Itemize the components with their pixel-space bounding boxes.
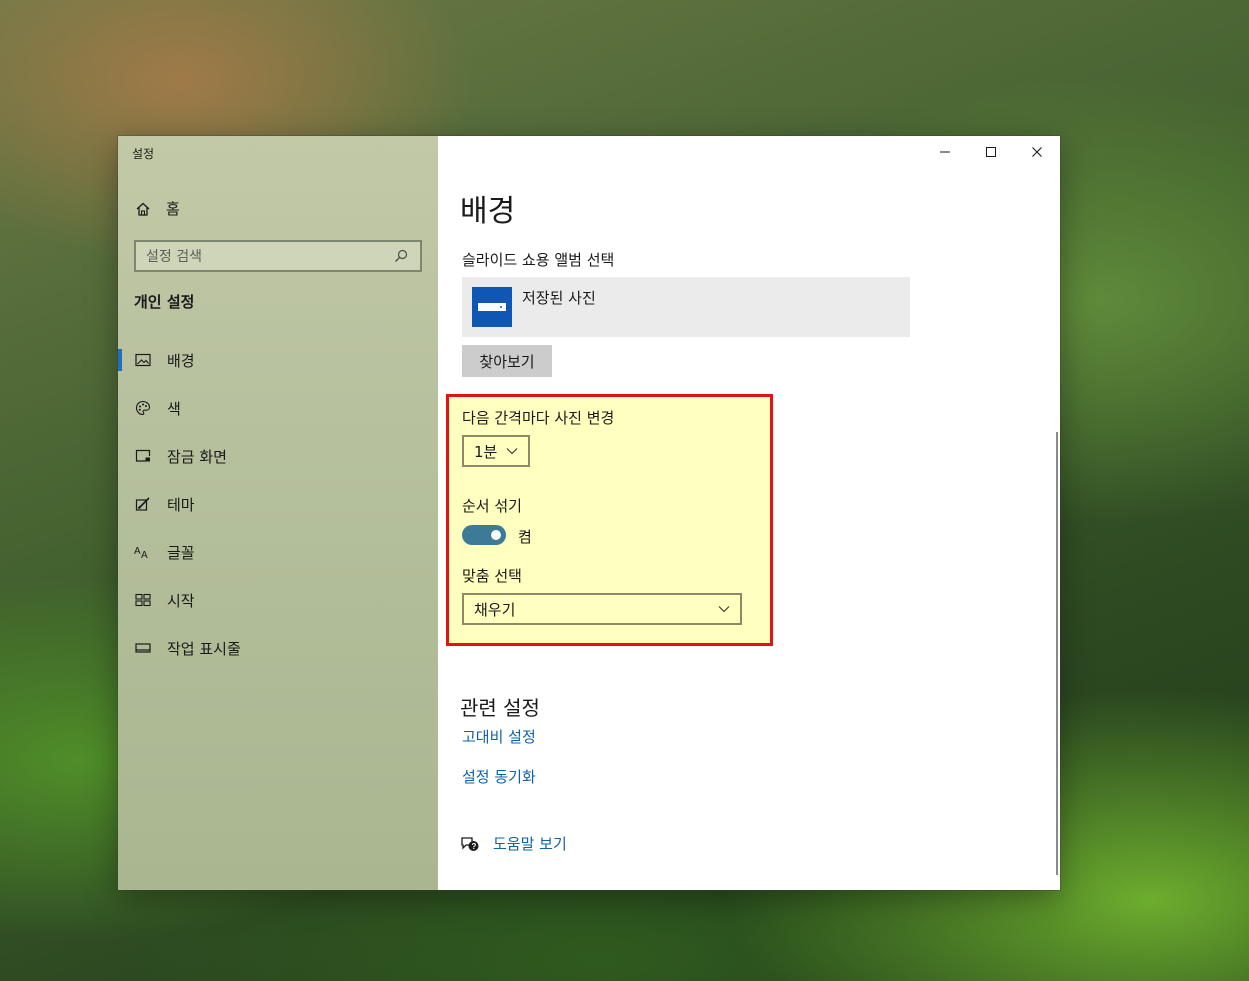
search-input[interactable]: 설정 검색 [134, 240, 422, 272]
sidebar-item-background[interactable]: 배경 [118, 336, 438, 384]
maximize-button[interactable] [968, 136, 1014, 168]
maximize-icon [986, 147, 996, 157]
search-icon[interactable] [392, 247, 410, 265]
main-pane: 배경 슬라이드 쇼용 앨범 선택 저장된 사진 찾아보기 다음 간격마다 사진 … [438, 136, 1060, 890]
sidebar-item-start[interactable]: 시작 [118, 576, 438, 624]
settings-window: 설정 홈 설정 검색 개인 설정 배경 색 잠금 화면 테마 A A 글꼴 시작… [118, 136, 1060, 890]
svg-text:A: A [141, 550, 148, 560]
album-label: 슬라이드 쇼용 앨범 선택 [462, 251, 615, 269]
fit-dropdown[interactable]: 채우기 [462, 593, 742, 625]
sidebar-item-fonts[interactable]: AA 글꼴 [118, 528, 438, 576]
sidebar-item-themes[interactable]: 테마 [118, 480, 438, 528]
album-item[interactable]: 저장된 사진 [462, 277, 910, 337]
close-button[interactable] [1014, 136, 1060, 168]
sidebar: 설정 홈 설정 검색 개인 설정 배경 색 잠금 화면 테마 A A 글꼴 시작… [118, 136, 438, 890]
sidebar-item-lock-screen[interactable]: 잠금 화면 [118, 432, 438, 480]
shuffle-label: 순서 섞기 [462, 497, 522, 515]
sidebar-item-label: 글꼴 [167, 543, 195, 562]
sidebar-item-color[interactable]: 색 [118, 384, 438, 432]
sidebar-nav: 배경 색 잠금 화면 테마 A A 글꼴 시작 작업 표시줄 [118, 336, 438, 672]
window-controls [922, 136, 1060, 168]
drive-icon [472, 287, 512, 327]
minimize-button[interactable] [922, 136, 968, 168]
theme-brush-icon [134, 495, 152, 513]
minimize-icon [940, 151, 950, 153]
scrollbar[interactable] [1056, 432, 1058, 875]
chevron-down-icon [506, 448, 518, 455]
fit-label: 맞춤 선택 [462, 567, 522, 585]
interval-label: 다음 간격마다 사진 변경 [462, 409, 615, 427]
interval-dropdown[interactable]: 1분 [462, 435, 530, 467]
section-title: 개인 설정 [134, 293, 195, 311]
sidebar-item-taskbar[interactable]: 작업 표시줄 [118, 624, 438, 672]
palette-icon [134, 399, 152, 417]
sidebar-item-label: 작업 표시줄 [167, 639, 241, 658]
toggle-knob [491, 530, 501, 540]
sidebar-item-label: 시작 [167, 591, 195, 610]
help-chat-icon: ? [461, 836, 479, 851]
help-link[interactable]: ? 도움말 보기 [460, 833, 567, 854]
chevron-down-icon [718, 606, 730, 613]
sidebar-item-label: 배경 [167, 351, 195, 370]
page-title: 배경 [460, 194, 516, 229]
svg-text:A: A [134, 546, 141, 557]
svg-text:?: ? [472, 842, 477, 851]
sidebar-item-label: 테마 [167, 495, 195, 514]
home-nav-item[interactable]: 홈 [134, 198, 180, 219]
taskbar-icon [134, 639, 152, 657]
sidebar-item-label: 잠금 화면 [167, 447, 227, 466]
browse-button[interactable]: 찾아보기 [462, 345, 552, 377]
home-label: 홈 [166, 200, 180, 218]
picture-icon [134, 351, 152, 369]
home-icon [134, 200, 152, 218]
shuffle-state: 켬 [518, 528, 532, 546]
app-title: 설정 [132, 147, 155, 161]
sidebar-item-label: 색 [167, 399, 181, 418]
shuffle-toggle[interactable] [462, 525, 506, 545]
fit-value: 채우기 [474, 600, 516, 619]
font-icon: AA [134, 543, 152, 561]
close-icon [1032, 147, 1042, 157]
start-grid-icon [134, 591, 152, 609]
high-contrast-link[interactable]: 고대비 설정 [462, 726, 536, 747]
related-settings-title: 관련 설정 [460, 696, 540, 720]
interval-value: 1분 [474, 442, 498, 461]
search-placeholder: 설정 검색 [146, 249, 202, 265]
help-label: 도움말 보기 [493, 835, 567, 853]
album-name: 저장된 사진 [522, 289, 596, 307]
sync-settings-link[interactable]: 설정 동기화 [462, 766, 536, 787]
lock-screen-icon [134, 447, 152, 465]
